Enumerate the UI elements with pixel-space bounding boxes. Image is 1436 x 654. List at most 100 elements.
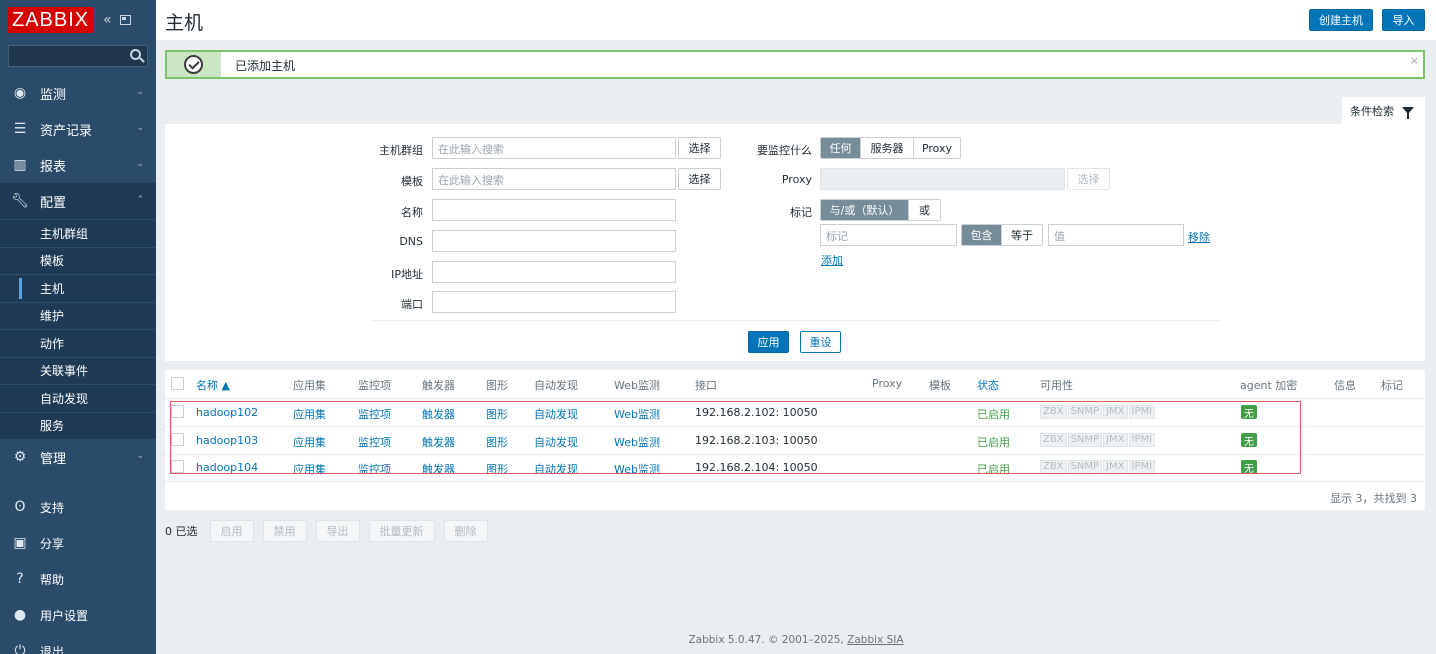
col-interface: 接口	[695, 379, 717, 392]
search-icon[interactable]	[130, 49, 141, 60]
template-input[interactable]: 在此输入搜索	[432, 168, 676, 190]
col-graphs: 图形	[486, 379, 508, 392]
menu-label: 监测	[40, 87, 67, 103]
tag-add-link[interactable]: 添加	[821, 252, 843, 268]
menu-support[interactable]: ʘ 支持	[0, 489, 156, 525]
menu-administration[interactable]: ⚙ 管理 ⌄	[0, 439, 156, 475]
enable-button[interactable]: 启用	[209, 520, 254, 542]
monitored-by-server[interactable]: 服务器	[861, 138, 914, 158]
menu-help[interactable]: ? 帮助	[0, 561, 156, 597]
menu-configuration[interactable]: 🔧︎ 配置 ⌃	[0, 183, 156, 219]
menu-reports[interactable]: ▥ 报表 ⌄	[0, 147, 156, 183]
configuration-submenu: 主机群组 模板 主机 维护 动作 关联事件 自动发现 服务	[0, 219, 156, 439]
create-host-button[interactable]: 创建主机	[1309, 9, 1373, 31]
tag-operator-segment: 包含 等于	[961, 224, 1043, 246]
page-title: 主机	[165, 12, 204, 34]
filter-tab-label: 条件检索	[1350, 104, 1394, 118]
list-icon: ☰	[13, 121, 27, 137]
menu-label: 退出	[40, 644, 65, 654]
dns-input[interactable]	[432, 230, 676, 252]
name-input[interactable]	[432, 199, 676, 221]
tags-mode-or[interactable]: 或	[909, 200, 940, 220]
filter-panel: 主机群组 在此输入搜索 选择 模板 在此输入搜索 选择 名称 DNS IP地址 …	[165, 124, 1425, 361]
menu-label: 管理	[40, 451, 67, 467]
chevron-down-icon: ⌄	[136, 87, 144, 97]
proxy-select-button: 选择	[1067, 168, 1110, 190]
submenu-host-groups[interactable]: 主机群组	[0, 219, 156, 247]
copyright-text: Zabbix 5.0.47. © 2001–2025,	[688, 634, 848, 646]
dns-label: DNS	[399, 235, 423, 248]
monitored-by-label: 要监控什么	[757, 144, 812, 157]
check-circle-icon	[184, 55, 203, 74]
template-select-button[interactable]: 选择	[678, 168, 721, 190]
chevron-up-icon: ⌃	[136, 195, 144, 205]
mass-update-button[interactable]: 批量更新	[368, 520, 435, 542]
filter-icon	[1402, 107, 1414, 119]
name-label: 名称	[401, 206, 423, 219]
submenu-event-correlation[interactable]: 关联事件	[0, 356, 156, 385]
reset-button[interactable]: 重设	[800, 331, 841, 353]
submenu-hosts[interactable]: 主机	[0, 274, 156, 302]
global-search-input[interactable]	[9, 46, 147, 66]
mass-actions: 0 已选 启用 禁用 导出 批量更新 删除	[165, 520, 497, 542]
col-proxy: Proxy	[872, 377, 903, 390]
tags-label: 标记	[790, 206, 812, 219]
col-status[interactable]: 状态	[977, 377, 999, 393]
logo-row: ZABBIX «	[0, 0, 156, 40]
col-triggers: 触发器	[422, 379, 455, 392]
header-divider	[165, 398, 1425, 399]
select-all-checkbox[interactable]	[171, 377, 184, 390]
menu-label: 分享	[40, 536, 65, 551]
tag-remove-link[interactable]: 移除	[1188, 229, 1210, 245]
col-templates: 模板	[929, 379, 951, 392]
submenu-discovery[interactable]: 自动发现	[0, 384, 156, 412]
col-web: Web监测	[614, 379, 660, 392]
monitored-by-segment: 任何 服务器 Proxy	[820, 137, 961, 159]
col-agent-encryption: agent 加密	[1240, 379, 1298, 392]
port-input[interactable]	[432, 291, 676, 313]
col-name[interactable]: 名称 ▲	[196, 377, 230, 393]
menu-monitoring[interactable]: ◉ 监测 ⌄	[0, 75, 156, 111]
menu-share[interactable]: ▣ 分享	[0, 525, 156, 561]
page-header: 主机 创建主机 导入	[156, 0, 1436, 40]
apply-button[interactable]: 应用	[748, 331, 789, 353]
disable-button[interactable]: 禁用	[262, 520, 307, 542]
chevron-down-icon: ⌄	[136, 451, 144, 461]
host-group-input[interactable]: 在此输入搜索	[432, 137, 676, 159]
company-link[interactable]: Zabbix SIA	[847, 634, 903, 646]
tag-value-input[interactable]: 值	[1048, 224, 1184, 246]
zabbix-logo[interactable]: ZABBIX	[8, 7, 94, 33]
submenu-services[interactable]: 服务	[0, 411, 156, 440]
proxy-label: Proxy	[781, 173, 812, 186]
host-group-select-button[interactable]: 选择	[678, 137, 721, 159]
headset-icon: ʘ	[14, 499, 26, 515]
tag-op-contains[interactable]: 包含	[962, 225, 1002, 245]
tag-op-equals[interactable]: 等于	[1002, 225, 1042, 245]
submenu-templates[interactable]: 模板	[0, 246, 156, 275]
submenu-maintenance[interactable]: 维护	[0, 301, 156, 330]
menu-label: 支持	[40, 500, 65, 515]
monitored-by-proxy[interactable]: Proxy	[914, 138, 960, 158]
global-search[interactable]	[8, 45, 148, 67]
submenu-actions[interactable]: 动作	[0, 329, 156, 357]
menu-inventory[interactable]: ☰ 资产记录 ⌄	[0, 111, 156, 147]
import-button[interactable]: 导入	[1382, 9, 1425, 31]
tag-input[interactable]: 标记	[820, 224, 957, 246]
col-discovery: 自动发现	[534, 379, 578, 392]
export-button[interactable]: 导出	[315, 520, 360, 542]
template-label: 模板	[401, 175, 423, 188]
kiosk-mode-icon[interactable]	[119, 15, 131, 25]
close-icon[interactable]: ×	[1410, 54, 1419, 67]
collapse-sidebar-icon[interactable]: «	[103, 12, 112, 28]
host-group-label: 主机群组	[379, 144, 423, 157]
filter-tab[interactable]: 条件检索	[1342, 97, 1425, 124]
menu-sign-out[interactable]: ⏻ 退出	[0, 633, 156, 654]
success-icon-box	[167, 52, 221, 77]
share-z-icon: ▣	[13, 535, 27, 551]
menu-user-settings[interactable]: ● 用户设置	[0, 597, 156, 633]
monitored-by-any[interactable]: 任何	[821, 138, 861, 158]
ip-input[interactable]	[432, 261, 676, 283]
delete-button[interactable]: 删除	[443, 520, 488, 542]
sidebar: ZABBIX « ◉ 监测 ⌄ ☰ 资产记录 ⌄ ▥ 报表 ⌄ 🔧︎ 配置 ⌃ …	[0, 0, 156, 654]
tags-mode-and-or[interactable]: 与/或（默认）	[821, 200, 909, 220]
